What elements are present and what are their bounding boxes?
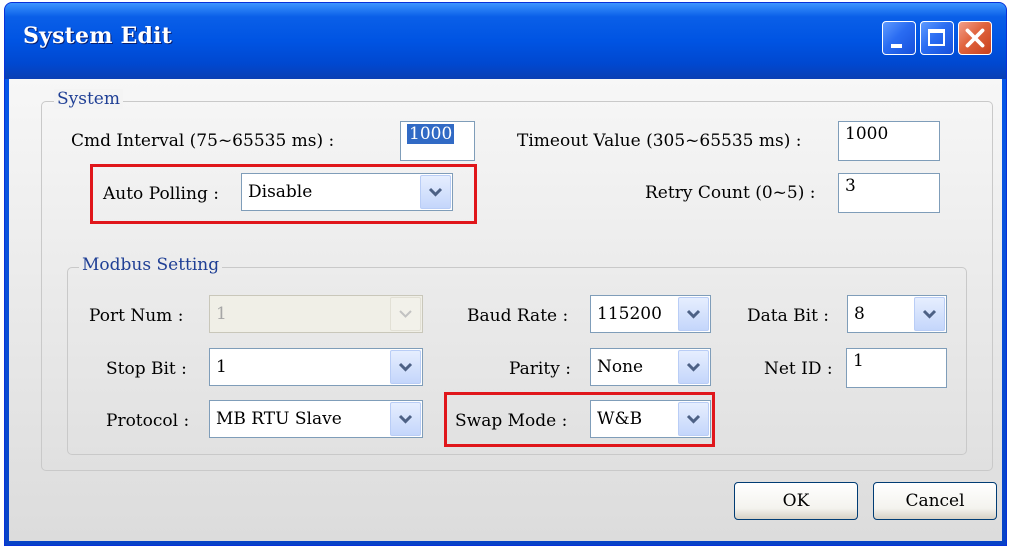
close-icon[interactable] (958, 21, 992, 55)
data-bit-value: 8 (854, 304, 865, 324)
baud-rate-label: Baud Rate : (467, 306, 569, 326)
chevron-down-icon (390, 297, 421, 331)
protocol-value: MB RTU Slave (216, 409, 342, 429)
system-edit-window: System Edit System Cmd Interval (75~6553… (4, 2, 1007, 546)
auto-polling-highlight (90, 164, 477, 224)
modbus-group-title: Modbus Setting (79, 255, 223, 275)
ok-button[interactable]: OK (734, 482, 858, 520)
stop-bit-value: 1 (216, 357, 227, 377)
cmd-interval-input[interactable]: 1000 (400, 121, 475, 161)
stop-bit-select[interactable]: 1 (209, 348, 423, 386)
window-title: System Edit (23, 23, 173, 49)
title-bar[interactable]: System Edit (5, 3, 1006, 79)
dialog-body: System Cmd Interval (75~65535 ms) : 1000… (9, 79, 1002, 541)
cmd-interval-value: 1000 (407, 124, 455, 144)
protocol-select[interactable]: MB RTU Slave (209, 400, 423, 438)
system-group-title: System (54, 89, 123, 109)
maximize-icon[interactable] (920, 21, 954, 55)
chevron-down-icon[interactable] (678, 297, 709, 331)
minimize-icon[interactable] (882, 21, 916, 55)
port-num-value: 1 (216, 304, 227, 324)
cancel-button[interactable]: Cancel (873, 482, 997, 520)
retry-count-input[interactable]: 3 (838, 173, 940, 213)
cmd-interval-label: Cmd Interval (75~65535 ms) : (71, 131, 335, 151)
port-num-label: Port Num : (89, 306, 184, 326)
chevron-down-icon[interactable] (390, 402, 421, 436)
stop-bit-label: Stop Bit : (106, 359, 187, 379)
swap-mode-highlight (444, 392, 715, 447)
baud-rate-select[interactable]: 115200 (590, 295, 711, 333)
baud-rate-value: 115200 (597, 304, 662, 324)
chevron-down-icon[interactable] (914, 297, 945, 331)
parity-select[interactable]: None (590, 348, 711, 386)
net-id-label: Net ID : (764, 359, 833, 379)
timeout-input[interactable]: 1000 (838, 121, 940, 161)
parity-label: Parity : (509, 359, 571, 379)
retry-count-label: Retry Count (0~5) : (645, 183, 816, 203)
port-num-select: 1 (209, 295, 423, 333)
protocol-label: Protocol : (106, 411, 190, 431)
parity-value: None (597, 357, 644, 377)
data-bit-label: Data Bit : (747, 306, 830, 326)
timeout-label: Timeout Value (305~65535 ms) : (517, 131, 802, 151)
net-id-input[interactable]: 1 (846, 348, 947, 388)
chevron-down-icon[interactable] (678, 350, 709, 384)
chevron-down-icon[interactable] (390, 350, 421, 384)
data-bit-select[interactable]: 8 (847, 295, 947, 333)
